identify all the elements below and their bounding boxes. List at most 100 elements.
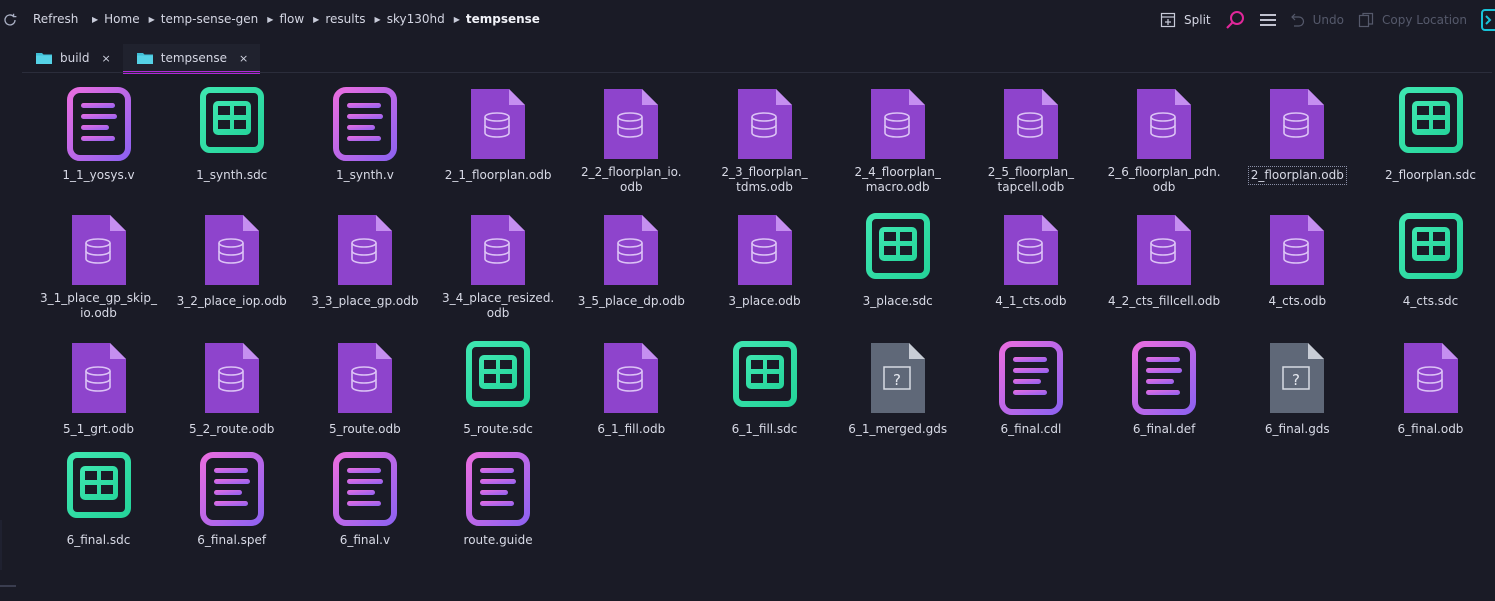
- file-name: 4_cts.sdc: [1402, 294, 1459, 308]
- file-item[interactable]: 2_3_floorplan_ tdms.odb: [698, 84, 831, 196]
- file-item[interactable]: 2_4_floorplan_ macro.odb: [831, 84, 964, 196]
- file-item[interactable]: 4_2_cts_fillcell.odb: [1098, 210, 1231, 310]
- close-icon[interactable]: ×: [102, 52, 111, 65]
- file-item[interactable]: 4_cts.sdc: [1364, 210, 1495, 310]
- tab-tempsense[interactable]: tempsense ×: [122, 44, 261, 74]
- file-item[interactable]: 2_floorplan.sdc: [1364, 84, 1495, 184]
- file-item[interactable]: 1_synth.sdc: [165, 84, 298, 184]
- file-item[interactable]: 3_2_place_iop.odb: [165, 210, 298, 310]
- database-file-icon: [964, 84, 1097, 164]
- breadcrumb: ▶ Home ▶ temp-sense-gen ▶ flow ▶ results ▶ sk…: [92, 12, 549, 26]
- database-file-icon: [298, 210, 431, 290]
- breadcrumb-results[interactable]: ▶ results: [313, 12, 365, 26]
- file-item[interactable]: 2_2_floorplan_io. odb: [565, 84, 698, 196]
- tab-label: tempsense: [160, 51, 228, 65]
- file-name: route.guide: [463, 533, 533, 547]
- file-item[interactable]: 1_1_yosys.v: [32, 84, 165, 184]
- file-item[interactable]: 5_2_route.odb: [165, 338, 298, 438]
- file-name: 3_5_place_dp.odb: [577, 294, 685, 308]
- copy-location-button[interactable]: Copy Location: [1358, 12, 1467, 28]
- refresh-icon[interactable]: [2, 12, 18, 28]
- file-name: 6_final.odb: [1397, 422, 1464, 436]
- file-item[interactable]: 6_1_fill.odb: [565, 338, 698, 438]
- file-name: 5_route.odb: [329, 422, 401, 436]
- split-icon: [1160, 12, 1176, 28]
- file-item[interactable]: ? 6_1_merged.gds: [831, 338, 964, 438]
- file-name: 1_synth.v: [335, 168, 394, 182]
- table-icon: [165, 84, 298, 164]
- file-item[interactable]: 6_final.sdc: [32, 449, 165, 549]
- chevron-right-icon: ▶: [92, 14, 99, 24]
- file-item[interactable]: 6_final.cdl: [964, 338, 1097, 438]
- file-name: 2_6_floorplan_pdn. odb: [1107, 165, 1221, 194]
- file-item[interactable]: ? 6_final.gds: [1231, 338, 1364, 438]
- terminal-button[interactable]: [1481, 9, 1495, 31]
- file-name: 3_place.sdc: [862, 294, 933, 308]
- undo-icon: [1290, 13, 1304, 27]
- file-name: 6_final.gds: [1264, 422, 1330, 436]
- undo-button[interactable]: Undo: [1290, 12, 1344, 28]
- chevron-right-icon: ▶: [453, 14, 460, 24]
- file-item[interactable]: 6_final.spef: [165, 449, 298, 549]
- database-file-icon: [432, 84, 565, 164]
- file-item[interactable]: 6_1_fill.sdc: [698, 338, 831, 438]
- breadcrumb-tempsense[interactable]: ▶ tempsense: [454, 12, 540, 26]
- file-item[interactable]: route.guide: [432, 449, 565, 549]
- file-name: 5_2_route.odb: [189, 422, 275, 436]
- file-item[interactable]: 5_route.sdc: [432, 338, 565, 438]
- breadcrumb-temp-sense-gen[interactable]: ▶ temp-sense-gen: [149, 12, 259, 26]
- database-file-icon: [298, 338, 431, 418]
- file-name: 6_final.v: [339, 533, 391, 547]
- tab-build[interactable]: build ×: [22, 44, 123, 72]
- file-item[interactable]: 1_synth.v: [298, 84, 431, 184]
- file-item[interactable]: 3_5_place_dp.odb: [565, 210, 698, 310]
- table-icon: [432, 338, 565, 418]
- breadcrumb-flow[interactable]: ▶ flow: [267, 12, 304, 26]
- file-item[interactable]: 6_final.odb: [1364, 338, 1495, 438]
- text-doc-icon: [964, 338, 1097, 418]
- file-item[interactable]: 2_5_floorplan_ tapcell.odb: [964, 84, 1097, 196]
- file-name: 4_1_cts.odb: [995, 294, 1067, 308]
- file-name: 2_2_floorplan_io. odb: [580, 165, 682, 194]
- close-icon[interactable]: ×: [239, 52, 248, 65]
- file-item[interactable]: 3_place.odb: [698, 210, 831, 310]
- file-item[interactable]: 2_floorplan.odb: [1231, 84, 1364, 185]
- scroll-rail: [0, 520, 2, 570]
- split-button[interactable]: Split: [1160, 12, 1211, 28]
- breadcrumb-home[interactable]: ▶ Home: [92, 12, 140, 26]
- unknown-file-icon: ?: [1231, 338, 1364, 418]
- file-name: 2_3_floorplan_ tdms.odb: [721, 165, 808, 194]
- file-name: 3_4_place_resized. odb: [441, 291, 555, 320]
- text-doc-icon: [298, 449, 431, 529]
- menu-button[interactable]: [1259, 12, 1277, 28]
- file-item[interactable]: 4_1_cts.odb: [964, 210, 1097, 310]
- database-file-icon: [32, 338, 165, 418]
- file-item[interactable]: 5_route.odb: [298, 338, 431, 438]
- chevron-right-icon: ▶: [374, 14, 381, 24]
- file-item[interactable]: 6_final.v: [298, 449, 431, 549]
- file-name: 6_1_merged.gds: [848, 422, 948, 436]
- file-item[interactable]: 3_3_place_gp.odb: [298, 210, 431, 310]
- svg-text:?: ?: [1292, 371, 1300, 389]
- file-name: 4_cts.odb: [1268, 294, 1327, 308]
- database-file-icon: [32, 210, 165, 290]
- database-file-icon: [565, 84, 698, 164]
- database-file-icon: [165, 338, 298, 418]
- file-item[interactable]: 3_place.sdc: [831, 210, 964, 310]
- file-item[interactable]: 3_1_place_gp_skip_ io.odb: [32, 210, 165, 322]
- file-item[interactable]: 4_cts.odb: [1231, 210, 1364, 310]
- file-item[interactable]: 5_1_grt.odb: [32, 338, 165, 438]
- file-item[interactable]: 6_final.def: [1098, 338, 1231, 438]
- search-button[interactable]: [1225, 10, 1245, 30]
- tab-label: build: [60, 51, 90, 65]
- file-item[interactable]: 2_6_floorplan_pdn. odb: [1098, 84, 1231, 196]
- database-file-icon: [1098, 84, 1231, 164]
- breadcrumb-sky130hd[interactable]: ▶ sky130hd: [375, 12, 445, 26]
- table-icon: [831, 210, 964, 290]
- chevron-right-icon: ▶: [148, 14, 155, 24]
- file-name: 6_final.cdl: [1000, 422, 1062, 436]
- refresh-button[interactable]: Refresh: [33, 12, 78, 26]
- file-item[interactable]: 3_4_place_resized. odb: [432, 210, 565, 322]
- svg-text:?: ?: [893, 371, 901, 389]
- file-item[interactable]: 2_1_floorplan.odb: [432, 84, 565, 184]
